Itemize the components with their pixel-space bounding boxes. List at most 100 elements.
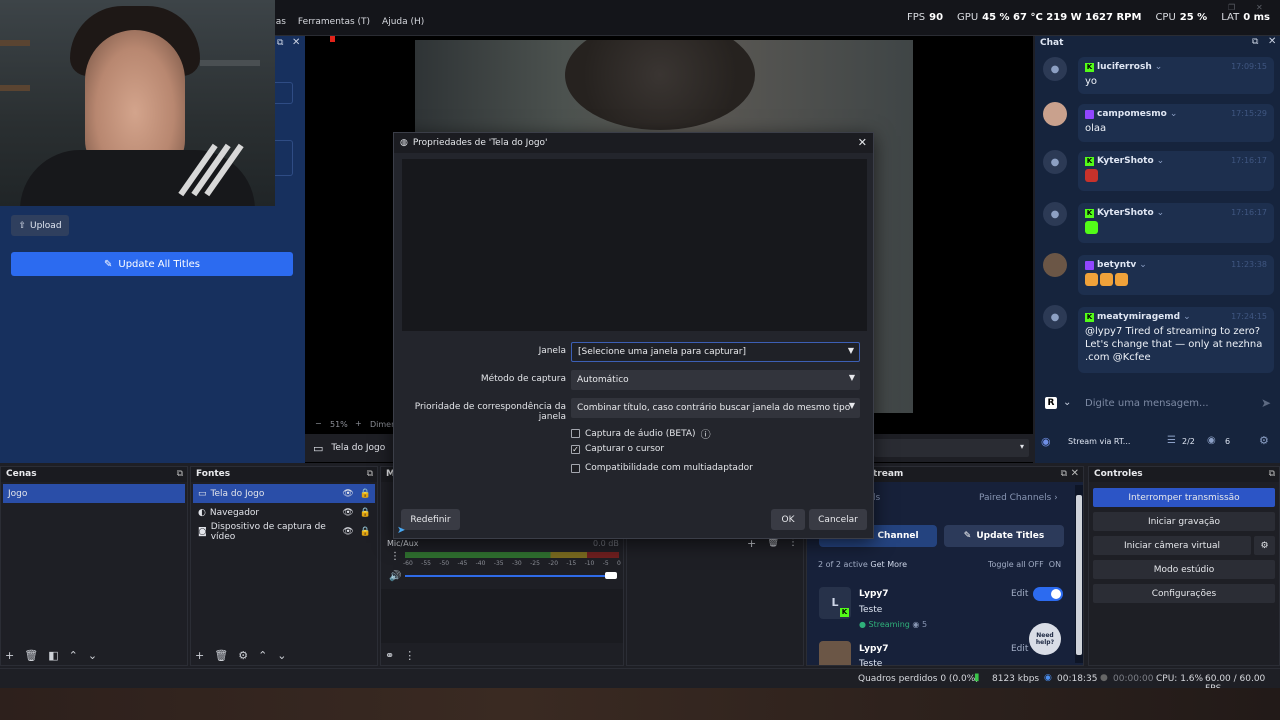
priority-select[interactable]: Combinar título, caso contrário buscar j…	[571, 398, 860, 418]
float-icon[interactable]: ⧉	[277, 38, 283, 48]
settings-button[interactable]: Configurações	[1093, 584, 1275, 603]
reset-button[interactable]: Redefinir	[401, 509, 460, 530]
chevron-down-icon[interactable]: ⌄	[1063, 397, 1071, 408]
title-manager-panel	[0, 206, 305, 463]
start-recording-button[interactable]: Iniciar gravação	[1093, 512, 1275, 531]
audio-capture-checkbox[interactable]: Captura de áudio (BETA) ⓘ	[571, 426, 711, 441]
webcam-overlay	[0, 0, 275, 206]
chat-input[interactable]: Digite uma mensagem...	[1085, 398, 1255, 412]
emote-icon	[1115, 273, 1128, 286]
add-icon[interactable]: +	[195, 649, 204, 662]
meter-tick: 0	[617, 560, 621, 567]
capture-cursor-checkbox[interactable]: ✓ Capturar o cursor	[571, 444, 664, 454]
studio-mode-button[interactable]: Modo estúdio	[1093, 560, 1275, 579]
update-titles-button[interactable]: ✎ Update Titles	[944, 525, 1064, 547]
cancel-button[interactable]: Cancelar	[809, 509, 867, 530]
speaker-icon[interactable]: 🔊	[389, 571, 401, 582]
meter-tick: -10	[584, 560, 595, 567]
zoom-level: 51%	[330, 420, 348, 429]
close-icon[interactable]: ✕	[1268, 36, 1276, 47]
scrollbar[interactable]	[1075, 485, 1083, 663]
filter-icon[interactable]: ◧	[48, 649, 58, 662]
trash-icon[interactable]: 🗑	[214, 649, 228, 662]
dock-title: Cenas	[1, 467, 187, 482]
lock-icon[interactable]: 🔒	[360, 527, 371, 537]
obs-icon: ◍	[400, 138, 408, 148]
channel-toggle[interactable]	[1033, 587, 1063, 601]
eye-icon[interactable]: 👁	[342, 527, 353, 537]
gear-icon[interactable]: ⚙	[238, 649, 248, 662]
move-up-icon[interactable]: ⌃	[69, 649, 78, 662]
emote-icon	[1085, 221, 1098, 234]
float-icon[interactable]: ⧉	[367, 469, 373, 479]
gear-icon[interactable]: ⚙	[1254, 536, 1275, 555]
tab-label[interactable]: ls	[873, 493, 880, 503]
source-item[interactable]: ◐ Navegador 👁 🔒	[193, 503, 375, 522]
source-item[interactable]: ▭ Tela do Jogo 👁 🔒	[193, 484, 375, 503]
edit-link[interactable]: Edit	[1011, 644, 1028, 654]
send-icon[interactable]: ➤	[1261, 396, 1271, 410]
move-down-icon[interactable]: ⌄	[277, 649, 286, 662]
eye-icon[interactable]: 👁	[342, 489, 353, 499]
float-icon[interactable]: ⧉	[1269, 469, 1275, 479]
lock-icon[interactable]: 🔒	[360, 489, 371, 499]
gear-icon[interactable]: ⚙	[1259, 434, 1269, 447]
text-area[interactable]	[275, 140, 293, 176]
restore-icon[interactable]: ❐	[1228, 3, 1235, 12]
menu-item-help[interactable]: Ajuda (H)	[382, 17, 424, 27]
move-up-icon[interactable]: ⌃	[258, 649, 267, 662]
close-icon[interactable]: ✕	[1071, 468, 1079, 479]
camera-icon: ◙	[198, 526, 207, 537]
sources-dock: Fontes ⧉ ▭ Tela do Jogo 👁 🔒 ◐ Navegador …	[190, 466, 378, 666]
start-virtual-camera-button[interactable]: Iniciar câmera virtual	[1093, 536, 1251, 555]
monitor-icon: ▭	[198, 488, 207, 499]
meter-tick: -55	[421, 560, 431, 567]
zoom-out-button[interactable]: −	[315, 419, 322, 428]
meter-ticks: -60 -55 -50 -45 -40 -35 -30 -25 -20 -15 -10 -5 0	[403, 560, 621, 567]
float-icon[interactable]: ⧉	[1061, 469, 1067, 479]
paired-channels-tab[interactable]: Paired Channels ›	[979, 493, 1058, 503]
input-field[interactable]	[275, 82, 293, 104]
close-icon[interactable]: ✕	[292, 37, 300, 48]
scenes-dock: Cenas ⧉ Jogo + 🗑 ◧ ⌃ ⌄	[0, 466, 188, 666]
left-dock-strip: ⧉ ✕	[275, 36, 305, 206]
ok-button[interactable]: OK	[771, 509, 805, 530]
link-icon[interactable]: ⚭	[385, 649, 394, 662]
close-icon[interactable]: ✕	[858, 136, 867, 149]
window-select[interactable]: [Selecione uma janela para capturar] ▼	[571, 342, 860, 362]
edit-link[interactable]: Edit	[1011, 589, 1028, 599]
capture-method-select[interactable]: Automático ▼	[571, 370, 860, 390]
source-item[interactable]: ◙ Dispositivo de captura de vídeo 👁 🔒	[193, 522, 375, 542]
volume-slider[interactable]	[405, 575, 611, 577]
add-icon[interactable]: +	[5, 649, 14, 662]
kick-icon: K	[1085, 208, 1094, 218]
multiadapter-checkbox[interactable]: Compatibilidade com multiadaptador	[571, 463, 753, 473]
record-icon: ●	[1100, 673, 1108, 683]
zoom-in-button[interactable]: +	[355, 419, 362, 428]
stop-streaming-button[interactable]: Interromper transmissão	[1093, 488, 1275, 507]
meter-tick: -30	[511, 560, 522, 567]
close-window-icon[interactable]: ✕	[1256, 3, 1263, 12]
toggle-all[interactable]: Toggle all OFF ON	[988, 560, 1061, 569]
avatar	[1043, 102, 1067, 126]
source-dropdown[interactable]: ▾	[874, 439, 1029, 457]
update-all-titles-button[interactable]: ✎ Update All Titles	[11, 252, 293, 276]
chat-message: Kluciferrosh ⌄ 17:09:15 yo	[1078, 57, 1274, 94]
volume-slider-handle[interactable]	[605, 572, 617, 579]
trash-icon[interactable]: 🗑	[24, 649, 38, 662]
menu-item-tools[interactable]: Ferramentas (T)	[298, 17, 370, 27]
float-icon[interactable]: ⧉	[177, 469, 183, 479]
upload-label: Upload	[30, 220, 62, 231]
kebab-icon[interactable]: ⋮	[404, 649, 415, 662]
kebab-icon[interactable]: ⋮	[390, 551, 400, 562]
lock-icon[interactable]: 🔒	[360, 508, 371, 518]
scene-item[interactable]: Jogo	[3, 484, 185, 503]
priority-label: Prioridade de correspondência da janela	[414, 402, 566, 422]
eye-icon[interactable]: 👁	[342, 508, 353, 518]
chat-footer: ◉ Stream via RT... ☰ 2/2 ◉ 6 ⚙	[1035, 430, 1280, 455]
upload-button[interactable]: ⇧ Upload	[11, 215, 69, 236]
move-down-icon[interactable]: ⌄	[88, 649, 97, 662]
float-icon[interactable]: ⧉	[1252, 37, 1258, 47]
meter-tick: -40	[475, 560, 486, 567]
help-bubble[interactable]: Need help?	[1029, 623, 1061, 655]
